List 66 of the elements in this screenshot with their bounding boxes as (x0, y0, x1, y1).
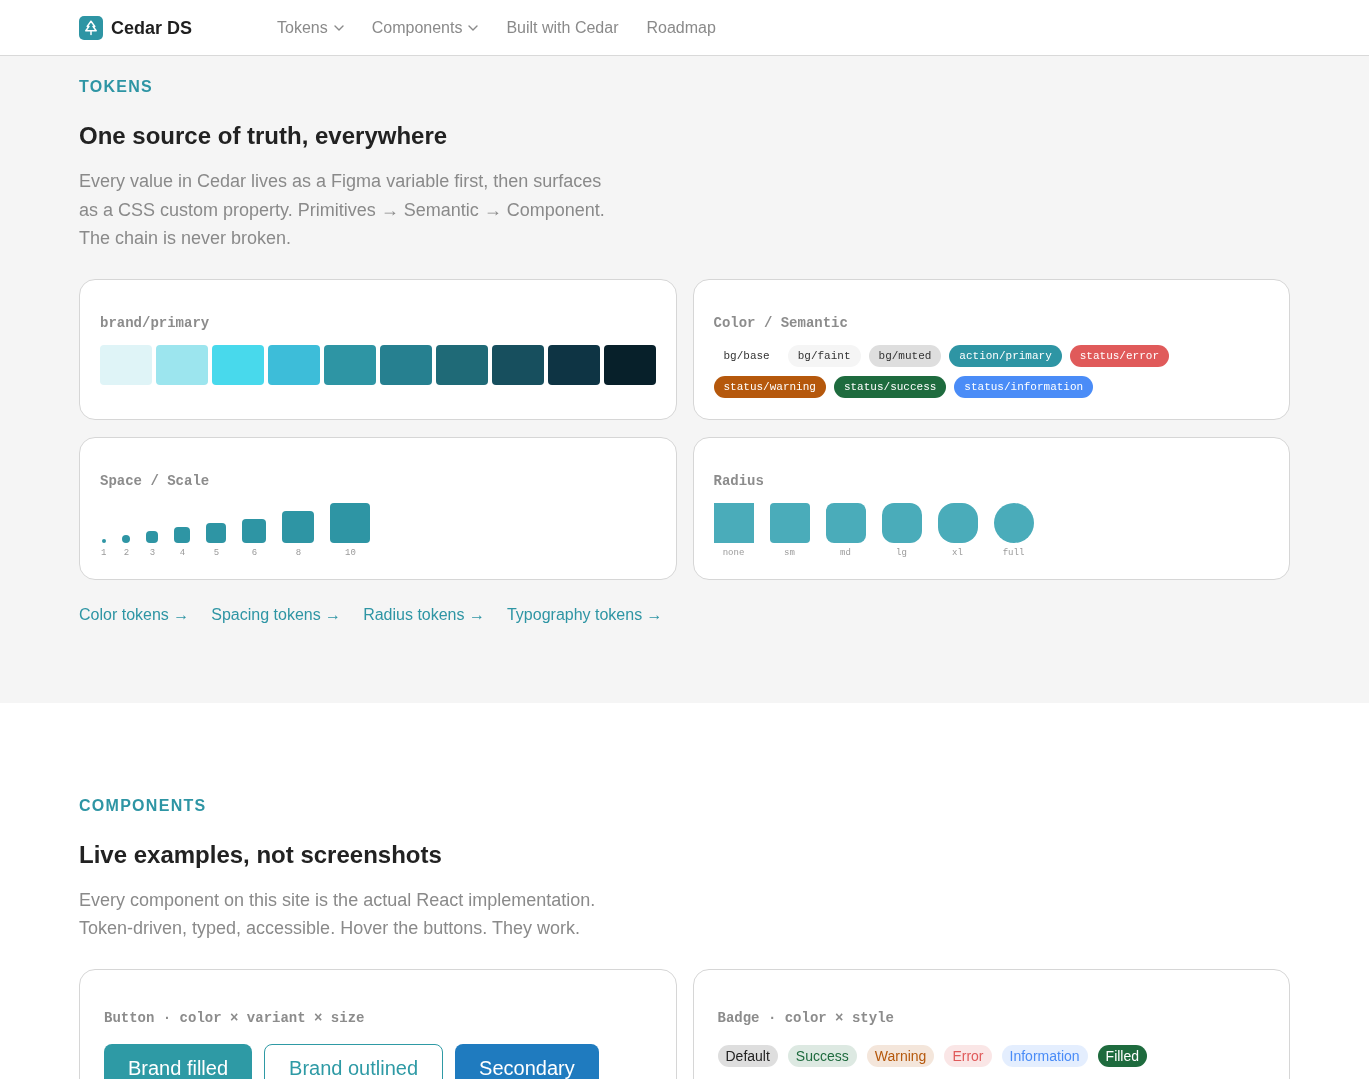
section-eyebrow: COMPONENTS (79, 795, 208, 816)
spacing-sample (206, 522, 227, 543)
scale-label: 2 (123, 546, 130, 559)
token-chip: status/error (1069, 344, 1169, 367)
radius-sample (937, 502, 978, 543)
section-heading: Live examples, not screenshots (79, 839, 443, 870)
radius-label: xl (952, 546, 963, 559)
status-badge: Default (717, 1044, 778, 1067)
status-badge: Warning (866, 1044, 935, 1067)
token-chip: bg/muted (868, 344, 942, 367)
section-intro: Every value in Cedar lives as a Figma variable first, then surfaces as a CSS custom property. Primitives → Semantic → Component. The chain is never broken. (79, 170, 606, 250)
scale-label: 8 (295, 546, 302, 559)
token-chip: bg/faint (787, 344, 861, 367)
radius-label: none (722, 546, 745, 559)
card-title: Radius (713, 471, 765, 491)
card-title: Button · color × variant × size (104, 1008, 366, 1028)
token-chip: status/information (954, 375, 1094, 398)
status-badge: Information (1001, 1044, 1088, 1067)
card-title: brand/primary (100, 313, 211, 333)
scale-label: 6 (251, 546, 258, 559)
spacing-sample (174, 526, 191, 543)
scale-label: 1 (101, 546, 107, 559)
spacing-sample (122, 534, 131, 543)
section-heading: One source of truth, everywhere (79, 121, 449, 151)
scale-label: 5 (213, 546, 220, 559)
section-intro: Every component on this site is the actual React implementation. Token-driven, typed, accessible. Hover the buttons. They work. (79, 888, 597, 940)
token-link[interactable]: Color tokens → (79, 602, 190, 627)
spacing-sample (330, 502, 371, 543)
nav-link[interactable]: Built with Cedar (506, 15, 619, 40)
spacing-sample (282, 510, 315, 543)
card-title: Space / Scale (100, 471, 211, 491)
scale-label: 3 (149, 546, 156, 559)
scale-label: 4 (179, 546, 186, 559)
token-chip: action/primary (949, 344, 1062, 367)
spacing-sample (242, 518, 267, 543)
outlined-button[interactable]: Brand outlined (264, 1043, 444, 1079)
radius-label: lg (896, 546, 907, 559)
token-chip: status/success (833, 375, 947, 398)
nav-link[interactable]: Tokens (277, 15, 344, 40)
radius-sample (881, 502, 922, 543)
status-badge: Success (787, 1044, 857, 1067)
token-link[interactable]: Typography tokens → (506, 602, 663, 627)
radius-label: sm (784, 546, 795, 559)
radius-sample (769, 502, 810, 543)
token-link[interactable]: Radius tokens → (363, 602, 485, 627)
filled-button[interactable]: Brand filled (104, 1043, 253, 1079)
token-link[interactable]: Spacing tokens → (211, 602, 342, 627)
radius-sample (825, 502, 866, 543)
status-badge: Error (944, 1044, 992, 1067)
section-eyebrow: TOKENS (79, 77, 155, 97)
radius-label: md (840, 546, 851, 559)
radius-sample (713, 502, 754, 543)
nav-link[interactable]: Components (371, 15, 479, 40)
nav-link[interactable]: Roadmap (646, 15, 716, 40)
status-badge: Filled (1097, 1044, 1148, 1067)
radius-label: full (1002, 546, 1025, 559)
scale-label: 10 (345, 546, 356, 559)
spacing-sample (146, 530, 159, 543)
card-title: Badge · color × style (717, 1008, 895, 1028)
tree-logo-icon[interactable] (79, 15, 103, 40)
card-title: Color / Semantic (713, 313, 849, 333)
radius-sample (993, 502, 1034, 543)
token-chip: status/warning (713, 375, 826, 398)
spacing-sample (101, 538, 106, 543)
brand-name[interactable]: Cedar DS (111, 15, 193, 40)
filled-button[interactable]: Secondary (455, 1043, 599, 1079)
